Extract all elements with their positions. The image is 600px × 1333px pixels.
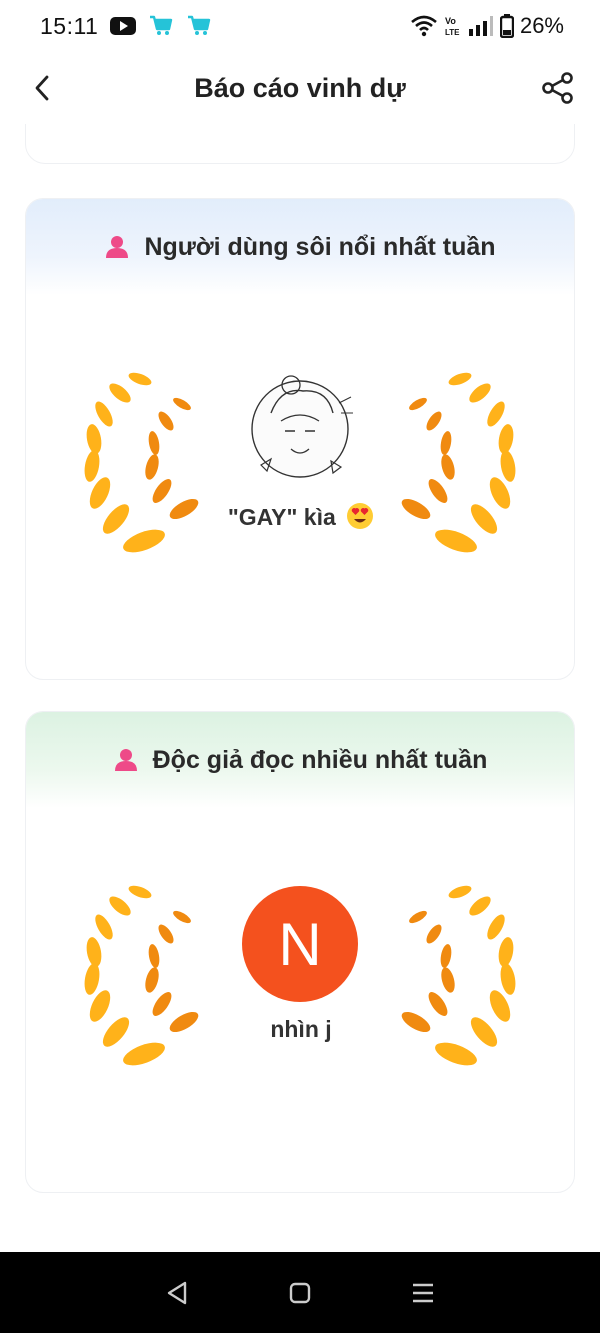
person-icon <box>114 749 137 771</box>
svg-text:Vo: Vo <box>445 16 456 26</box>
person-icon <box>106 236 129 258</box>
system-nav-bar <box>0 1252 600 1333</box>
share-icon <box>542 72 573 104</box>
card-title: Độc giả đọc nhiều nhất tuần <box>152 745 488 774</box>
back-triangle-icon <box>167 1281 186 1304</box>
youtube-icon <box>110 17 137 35</box>
heart-eyes-emoji-icon <box>347 503 374 529</box>
top-reader-card: Độc giả đọc nhiều nhất tuần N nhìn j <box>25 711 575 1193</box>
recents-menu-icon <box>413 1283 434 1302</box>
user-name-text: "GAY" kìa <box>227 504 336 530</box>
status-time: 15:11 <box>40 12 99 39</box>
svg-text:LTE: LTE <box>445 28 460 37</box>
page-title: Báo cáo vinh dự <box>194 72 406 103</box>
app-header: Báo cáo vinh dự <box>0 52 600 124</box>
shop-icon <box>188 15 211 35</box>
most-active-user-card: Người dùng sôi nổi nhất tuần "GAY" kìa <box>25 198 575 680</box>
nav-back-button[interactable] <box>157 1273 197 1313</box>
status-bar: 15:11 Vo LTE 26% <box>0 0 600 52</box>
honor-report-content[interactable]: Người dùng sôi nổi nhất tuần "GAY" kìa Đ… <box>0 124 600 1252</box>
previous-card <box>25 124 575 164</box>
chevron-left-icon <box>35 75 49 101</box>
back-button[interactable] <box>24 70 60 106</box>
volte-icon: Vo LTE <box>445 16 460 37</box>
home-square-icon <box>289 1282 311 1303</box>
shop-icon <box>150 15 173 35</box>
card-title: Người dùng sôi nổi nhất tuần <box>144 232 496 261</box>
user-name: nhìn j <box>270 1016 332 1042</box>
user-avatar[interactable]: N <box>242 886 358 1002</box>
nav-home-button[interactable] <box>280 1273 320 1313</box>
wifi-icon <box>411 15 437 37</box>
card-header: Người dùng sôi nổi nhất tuần <box>26 199 574 295</box>
signal-icon <box>468 16 493 36</box>
nav-recents-button[interactable] <box>403 1273 443 1313</box>
battery-percent: 26% <box>519 13 564 38</box>
avatar-letter: N <box>278 910 322 978</box>
user-name: "GAY" kìa <box>26 502 574 531</box>
user-avatar[interactable] <box>241 373 359 481</box>
card-header: Độc giả đọc nhiều nhất tuần <box>26 712 574 808</box>
share-button[interactable] <box>538 68 578 108</box>
battery-icon <box>499 14 514 38</box>
